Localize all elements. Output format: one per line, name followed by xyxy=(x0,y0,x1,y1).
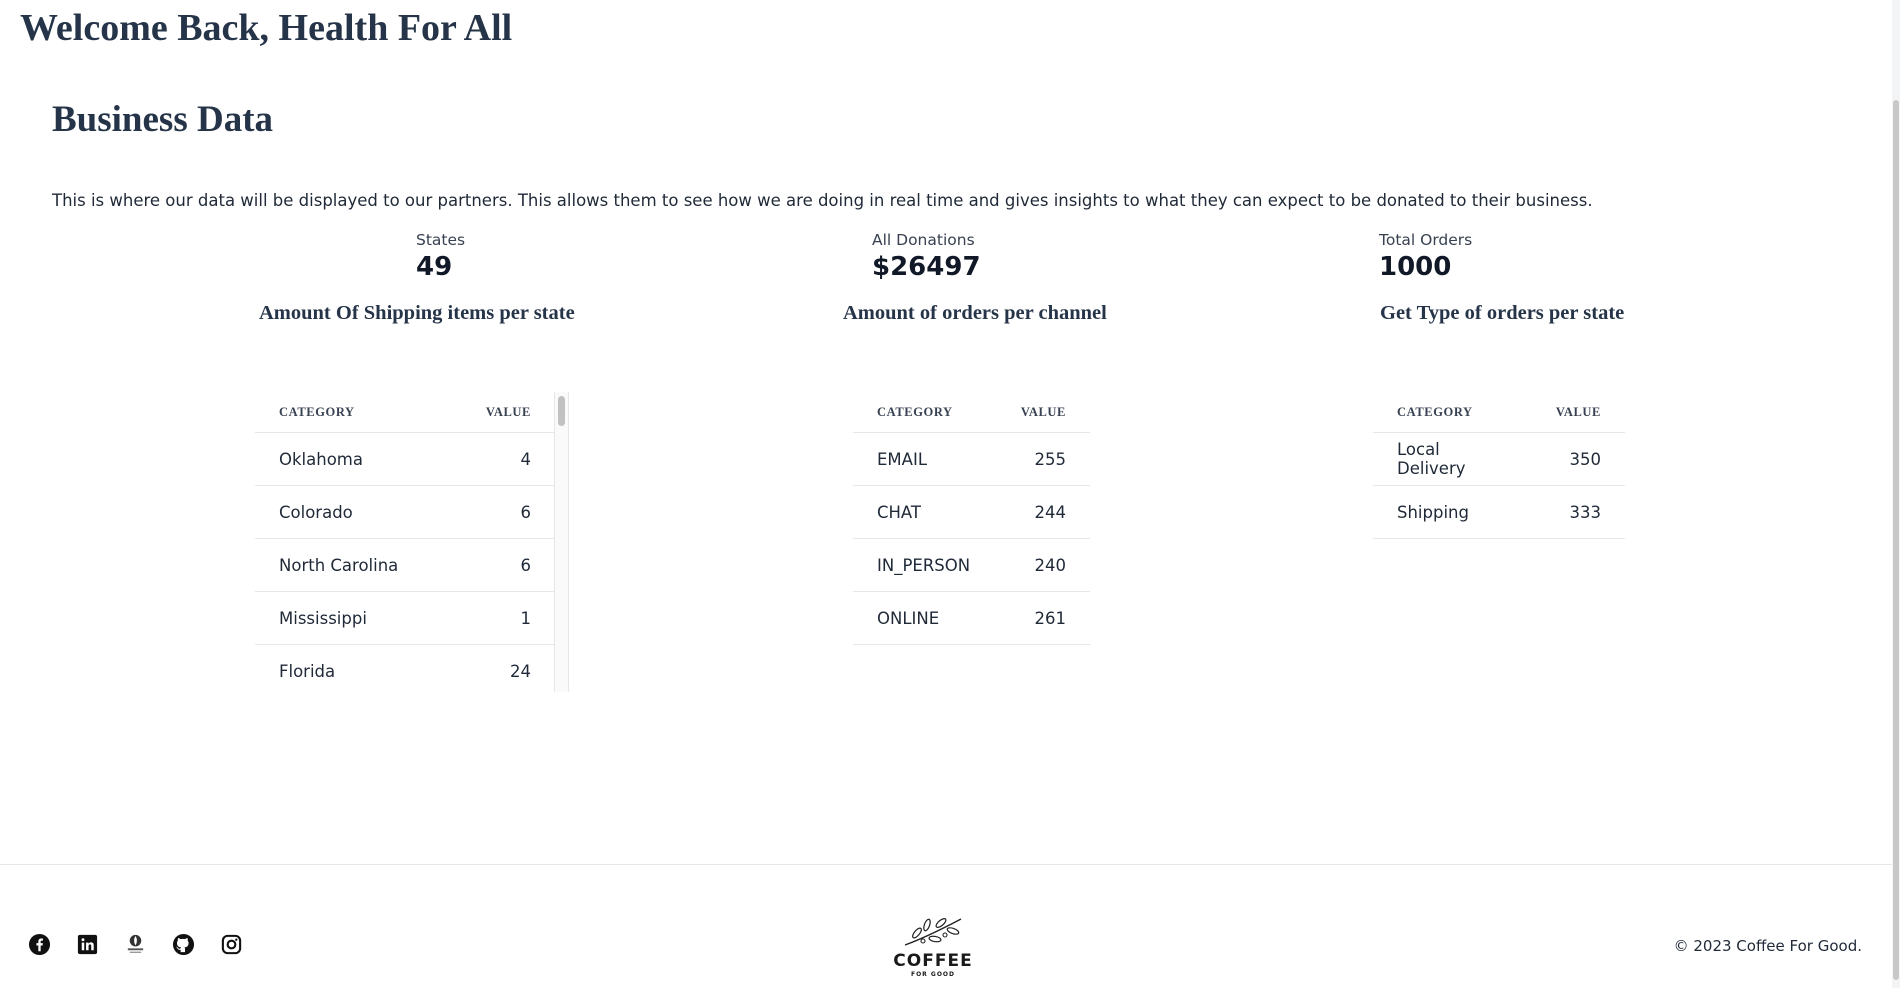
coffee-for-good-icon[interactable] xyxy=(124,933,147,956)
stat-label: Total Orders xyxy=(1379,231,1473,249)
table-row: CHAT 244 xyxy=(853,485,1090,539)
cell-category: CHAT xyxy=(853,485,996,539)
social-links xyxy=(28,933,243,956)
shipping-table-scrollbar[interactable] xyxy=(554,392,569,692)
column-header-category: CATEGORY xyxy=(853,392,996,433)
cell-category: North Carolina xyxy=(255,538,448,592)
footer-logo[interactable]: COFFEE FOR GOOD xyxy=(893,911,973,978)
cell-category: ONLINE xyxy=(853,591,996,645)
cell-category: Florida xyxy=(255,644,448,692)
cell-value: 244 xyxy=(995,485,1090,539)
cell-category: IN_PERSON xyxy=(853,538,996,592)
column-header-value: VALUE xyxy=(447,392,555,433)
table-row: ONLINE 261 xyxy=(853,591,1090,645)
cell-value: 1 xyxy=(447,591,555,645)
stat-value: 1000 xyxy=(1379,252,1452,282)
table-title-shipping: Amount Of Shipping items per state xyxy=(259,302,575,324)
logo-subtext: FOR GOOD xyxy=(910,971,955,978)
instagram-icon[interactable] xyxy=(220,933,243,956)
table-row: Shipping 333 xyxy=(1373,485,1625,539)
table-header-row: CATEGORY VALUE xyxy=(255,392,555,433)
channel-table-wrap: CATEGORY VALUE EMAIL 255 CHAT 244 IN_PER… xyxy=(853,392,1090,645)
stat-donations: All Donations $26497 xyxy=(872,231,981,282)
stat-value: $26497 xyxy=(872,252,981,282)
cell-value: 261 xyxy=(995,591,1090,645)
stat-orders: Total Orders 1000 xyxy=(1379,231,1472,282)
cell-value: 240 xyxy=(995,538,1090,592)
cell-category: Shipping xyxy=(1373,485,1532,539)
linkedin-icon[interactable] xyxy=(76,933,99,956)
order-type-table: CATEGORY VALUE Local Delivery 350 Shippi… xyxy=(1373,392,1625,539)
column-header-category: CATEGORY xyxy=(1373,392,1532,433)
order-type-table-wrap: CATEGORY VALUE Local Delivery 350 Shippi… xyxy=(1373,392,1625,539)
page-scrollbar[interactable] xyxy=(1892,0,1900,988)
table-row: Oklahoma 4 xyxy=(255,432,555,486)
section-title: Business Data xyxy=(52,99,274,140)
stat-label: All Donations xyxy=(872,231,975,249)
table-row: Colorado 6 xyxy=(255,485,555,539)
shipping-table-scroll[interactable]: CATEGORY VALUE Oklahoma 4 Colorado 6 Nor… xyxy=(255,392,570,692)
column-header-value: VALUE xyxy=(1531,392,1625,433)
cell-category: Local Delivery xyxy=(1373,432,1532,486)
scrollbar-thumb[interactable] xyxy=(558,396,565,426)
page-scrollbar-thumb[interactable] xyxy=(1893,100,1899,980)
coffee-branch-icon xyxy=(904,918,962,946)
table-row: Florida 24 xyxy=(255,644,555,692)
cell-value: 4 xyxy=(447,432,555,486)
logo-text: COFFEE xyxy=(893,951,973,971)
footer: COFFEE FOR GOOD © 2023 Coffee For Good. xyxy=(0,864,1892,989)
column-header-category: CATEGORY xyxy=(255,392,448,433)
github-icon[interactable] xyxy=(172,933,195,956)
column-header-value: VALUE xyxy=(995,392,1090,433)
table-row: North Carolina 6 xyxy=(255,538,555,592)
table-row: Mississippi 1 xyxy=(255,591,555,645)
table-row: EMAIL 255 xyxy=(853,432,1090,486)
table-row: Local Delivery 350 xyxy=(1373,432,1625,486)
cell-category: Mississippi xyxy=(255,591,448,645)
table-header-row: CATEGORY VALUE xyxy=(1373,392,1625,433)
stat-value: 49 xyxy=(416,252,453,282)
table-header-row: CATEGORY VALUE xyxy=(853,392,1090,433)
cell-value: 6 xyxy=(447,485,555,539)
stat-states: States 49 xyxy=(416,231,465,282)
facebook-icon[interactable] xyxy=(28,933,51,956)
table-row: IN_PERSON 240 xyxy=(853,538,1090,592)
cell-value: 6 xyxy=(447,538,555,592)
cell-category: Oklahoma xyxy=(255,432,448,486)
cell-category: EMAIL xyxy=(853,432,996,486)
table-title-channel: Amount of orders per channel xyxy=(843,302,1107,324)
copyright-text: © 2023 Coffee For Good. xyxy=(1673,937,1862,955)
shipping-table: CATEGORY VALUE Oklahoma 4 Colorado 6 Nor… xyxy=(255,392,555,692)
welcome-heading: Welcome Back, Health For All xyxy=(20,7,513,49)
channel-table: CATEGORY VALUE EMAIL 255 CHAT 244 IN_PER… xyxy=(853,392,1090,645)
cell-value: 255 xyxy=(995,432,1090,486)
cell-value: 333 xyxy=(1531,485,1625,539)
table-title-order-type: Get Type of orders per state xyxy=(1380,302,1625,324)
cell-value: 350 xyxy=(1531,432,1625,486)
cell-category: Colorado xyxy=(255,485,448,539)
cell-value: 24 xyxy=(447,644,555,692)
stat-label: States xyxy=(416,231,466,249)
intro-text: This is where our data will be displayed… xyxy=(52,191,1593,210)
